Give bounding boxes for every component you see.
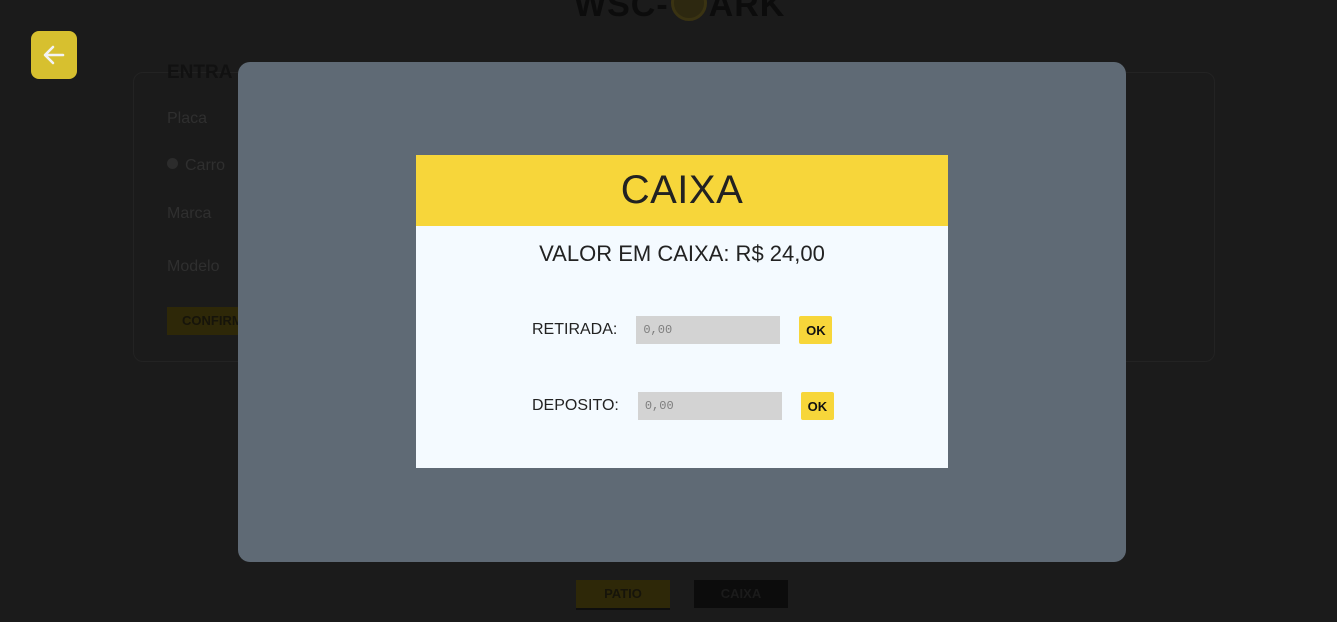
tab-patio[interactable]: PATIO [576, 580, 670, 610]
cash-balance: VALOR EM CAIXA: R$ 24,00 [539, 241, 825, 266]
deposit-row: DEPOSITO: OK [532, 392, 834, 420]
deposit-input[interactable] [637, 392, 782, 420]
withdraw-input[interactable] [636, 316, 781, 344]
cash-modal: CAIXA VALOR EM CAIXA: R$ 24,00 RETIRADA:… [416, 155, 948, 468]
back-button[interactable] [31, 31, 77, 79]
entry-section-title: ENTRA [167, 62, 233, 83]
logo-text-right: ARK [708, 0, 786, 24]
withdraw-label: RETIRADA: [532, 321, 618, 338]
deposit-ok-button[interactable]: OK [800, 392, 834, 420]
deposit-label: DEPOSITO: [532, 397, 619, 414]
parking-icon [670, 0, 707, 22]
placa-label: Placa [167, 110, 208, 127]
app-logo: WSC- ARK [574, 0, 785, 25]
carro-radio[interactable] [167, 158, 178, 169]
modal-title: CAIXA [620, 168, 744, 212]
logo-text-left: WSC- [574, 0, 669, 24]
carro-label: Carro [185, 157, 226, 174]
tab-caixa[interactable]: CAIXA [694, 580, 788, 608]
withdraw-row: RETIRADA: OK [532, 316, 833, 344]
withdraw-ok-button[interactable]: OK [799, 316, 833, 344]
marca-label: Marca [167, 205, 212, 222]
arrow-left-icon [43, 45, 65, 65]
modal-header: CAIXA [416, 155, 948, 226]
modelo-label: Modelo [167, 258, 220, 275]
